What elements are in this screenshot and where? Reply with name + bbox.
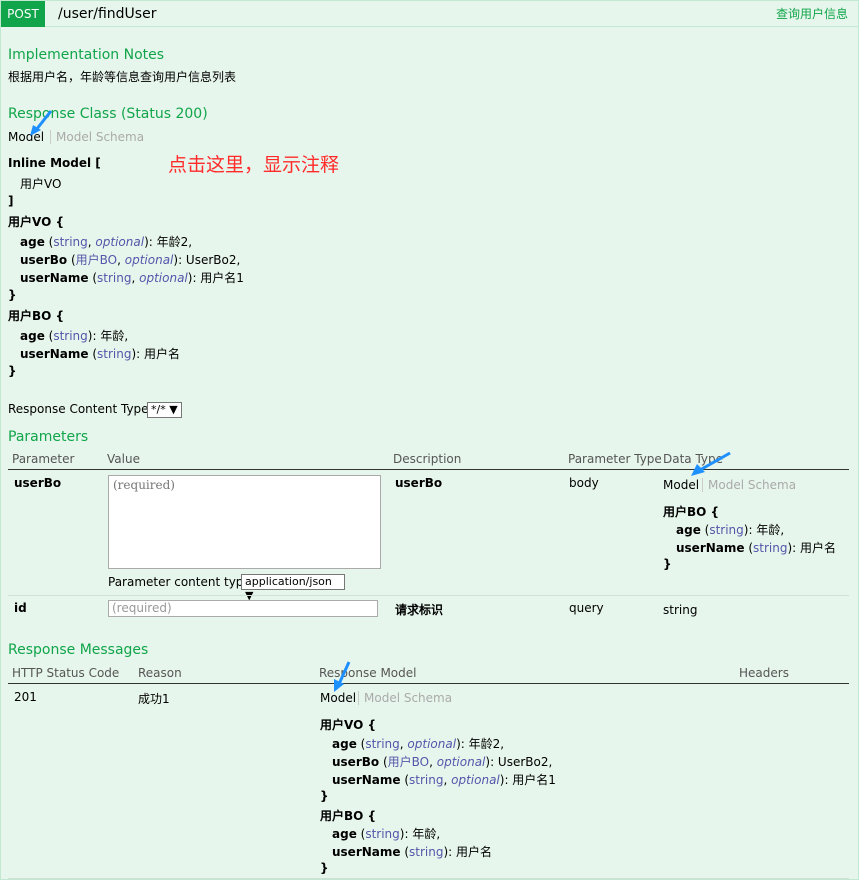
resp-vo-age-line: age (string, optional): 年龄2,	[332, 737, 505, 751]
response-content-type-label: Response Content Type	[8, 402, 149, 416]
resp-header-headers: Headers	[739, 666, 789, 680]
resp-bo-username-line: userName (string): 用户名	[332, 845, 493, 859]
param-model-schema-tab[interactable]: Model Schema	[702, 478, 796, 492]
inline-model-open: Inline Model [	[8, 156, 101, 170]
blue-arrow-icon	[334, 661, 351, 692]
param-id-input[interactable]: (required)	[108, 600, 378, 617]
param-bo-username-line: userName (string): 用户名	[676, 541, 837, 555]
operation-header[interactable]: POST /user/findUser 查询用户信息	[0, 0, 859, 28]
resp-header-code: HTTP Status Code	[12, 666, 120, 680]
resp-reason: 成功1	[138, 692, 170, 706]
param-type-userbo: body	[569, 476, 599, 490]
param-model-tab[interactable]: Model	[663, 478, 699, 492]
resp-bo-title: 用户BO {	[320, 809, 377, 823]
param-datatype-id: string	[663, 603, 698, 617]
param-header-value: Value	[107, 452, 140, 466]
response-content-type-select[interactable]: */* ▼	[147, 402, 182, 418]
bo-username-line: userName (string): 用户名	[20, 347, 181, 361]
implementation-notes-heading: Implementation Notes	[8, 47, 165, 63]
response-messages-heading: Response Messages	[8, 642, 149, 658]
param-type-id: query	[569, 601, 604, 615]
resp-bo-age-line: age (string): 年龄,	[332, 827, 441, 841]
bo-title: 用户BO {	[8, 309, 65, 323]
parameters-heading: Parameters	[8, 429, 89, 445]
inline-model-close: ]	[8, 194, 14, 208]
param-content-type-select[interactable]: application/json ▼	[241, 574, 345, 602]
operation-panel: POST /user/findUser 查询用户信息 Implementatio…	[0, 0, 859, 880]
blue-arrow-icon	[30, 110, 53, 136]
param-header-parameter: Parameter	[12, 452, 75, 466]
vo-age-line: age (string, optional): 年龄2,	[20, 235, 193, 249]
resp-model-schema-tab[interactable]: Model Schema	[358, 691, 452, 705]
blue-arrow-icon	[691, 451, 731, 476]
param-header-parameter-type: Parameter Type	[568, 452, 662, 466]
param-name-id: id	[14, 601, 27, 615]
resp-vo-close: }	[320, 789, 329, 803]
http-method-badge[interactable]: POST	[1, 1, 45, 28]
param-name-userbo: userBo	[14, 476, 62, 490]
resp-code: 201	[14, 690, 37, 704]
param-desc-userbo: userBo	[395, 476, 443, 490]
resp-header-reason: Reason	[138, 666, 182, 680]
operation-path[interactable]: /user/findUser	[58, 1, 156, 27]
operation-summary[interactable]: 查询用户信息	[776, 1, 848, 28]
param-bo-close: }	[663, 557, 672, 571]
implementation-notes-text: 根据用户名，年龄等信息查询用户信息列表	[8, 70, 237, 84]
resp-vo-username-line: userName (string, optional): 用户名1	[332, 773, 556, 787]
resp-row-divider	[8, 878, 849, 879]
resp-header-divider	[8, 683, 849, 684]
param-content-type-label: Parameter content type:	[108, 575, 255, 589]
param-bo-age-line: age (string): 年龄,	[676, 523, 785, 537]
bo-age-line: age (string): 年龄,	[20, 329, 129, 343]
vo-title: 用户VO {	[8, 215, 64, 229]
annotation-text: 点击这里，显示注释	[168, 154, 340, 176]
resp-vo-title: 用户VO {	[320, 718, 376, 732]
vo-userbo-line: userBo (用户BO, optional): UserBo2,	[20, 253, 241, 267]
chevron-down-icon: ▼	[169, 403, 178, 416]
resp-bo-close: }	[320, 861, 329, 875]
param-row-divider	[8, 595, 849, 596]
param-bo-title: 用户BO {	[663, 505, 720, 519]
bo-close: }	[8, 364, 17, 378]
param-desc-id: 请求标识	[395, 603, 444, 617]
model-schema-tab[interactable]: Model Schema	[50, 130, 144, 144]
vo-close: }	[8, 288, 17, 302]
inline-model-item: 用户VO	[20, 177, 62, 191]
param-userbo-textarea[interactable]: (required)	[108, 475, 381, 569]
vo-username-line: userName (string, optional): 用户名1	[20, 271, 244, 285]
param-header-description: Description	[393, 452, 462, 466]
resp-vo-userbo-line: userBo (用户BO, optional): UserBo2,	[332, 755, 553, 769]
